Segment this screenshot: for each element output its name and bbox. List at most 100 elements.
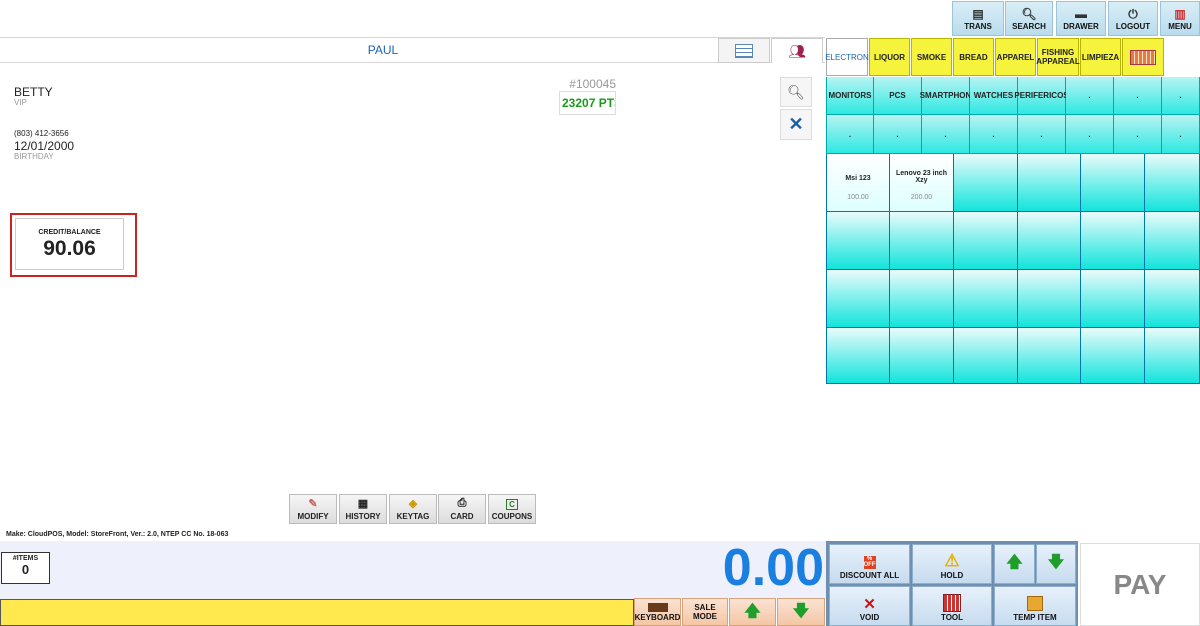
history-button[interactable]: ▦ HISTORY: [339, 494, 387, 524]
scan-input[interactable]: [0, 599, 634, 626]
modify-button[interactable]: ✎ MODIFY: [289, 494, 337, 524]
product-tile-empty[interactable]: [1081, 154, 1145, 212]
coupons-button[interactable]: C COUPONS: [488, 494, 536, 524]
product-tile-empty[interactable]: [954, 328, 1018, 384]
subcategory-empty[interactable]: .: [1066, 77, 1114, 115]
line-up-button[interactable]: 🡅: [994, 544, 1035, 584]
subcategory-empty[interactable]: .: [1114, 77, 1162, 115]
tab-grid[interactable]: [718, 38, 770, 63]
product-tile-empty[interactable]: [1018, 212, 1081, 270]
product-tile-empty[interactable]: [1145, 270, 1200, 328]
product-tile-empty[interactable]: [1145, 154, 1200, 212]
product-tile-lenovo[interactable]: Lenovo 23 inch Xzy 200.00: [890, 154, 954, 212]
card-button[interactable]: ⎙ CARD: [438, 494, 486, 524]
magnifier-icon: 🔍︎: [787, 84, 805, 100]
scroll-up-button[interactable]: 🡅: [729, 598, 776, 626]
subcategory-empty[interactable]: .: [827, 115, 874, 154]
power-icon: ⏻: [1128, 7, 1138, 21]
product-tile-empty[interactable]: [954, 154, 1018, 212]
subcategory-empty[interactable]: .: [874, 115, 922, 154]
clear-customer-button[interactable]: ✕: [780, 109, 812, 140]
logout-button[interactable]: ⏻ LOGOUT: [1108, 1, 1158, 36]
tab-customer[interactable]: 👥︎: [771, 38, 823, 63]
subcategory-empty[interactable]: .: [1162, 77, 1200, 115]
subcategory-empty[interactable]: .: [1114, 115, 1162, 154]
category-tab-electron[interactable]: ELECTRON: [825, 38, 869, 76]
arrow-down-icon: 🡇: [1047, 553, 1065, 571]
product-tile-empty[interactable]: [827, 270, 890, 328]
product-tile-empty[interactable]: [890, 270, 954, 328]
items-count: 0: [21, 562, 30, 577]
category-tab-fishing-appareal[interactable]: FISHING APPAREAL: [1036, 38, 1080, 76]
arrow-down-icon: 🡇: [792, 603, 810, 620]
drawer-button[interactable]: ▬ DRAWER: [1056, 1, 1106, 36]
search-customer-button[interactable]: 🔍︎: [780, 77, 812, 107]
product-tile-empty[interactable]: [1018, 270, 1081, 328]
subcategory-monitors[interactable]: MONITORS: [827, 77, 874, 115]
product-tile-empty[interactable]: [1145, 212, 1200, 270]
employee-name: PAUL: [367, 43, 399, 57]
table-grid-icon: [735, 43, 753, 58]
product-tile-empty[interactable]: [1018, 328, 1081, 384]
discount-all-button[interactable]: % OFF DISCOUNT ALL: [829, 544, 910, 584]
category-tab-bread[interactable]: BREAD: [953, 38, 994, 76]
keyboard-button[interactable]: KEYBOARD: [634, 598, 681, 626]
keyboard-icon: [647, 602, 668, 612]
product-tile-empty[interactable]: [890, 328, 954, 384]
keytag-button[interactable]: ◈ KEYTAG: [389, 494, 437, 524]
hold-button[interactable]: ⚠ HOLD: [912, 544, 992, 584]
void-x-icon: ✕: [863, 596, 876, 613]
subcategory-empty[interactable]: .: [1162, 115, 1200, 154]
total-panel: [0, 541, 826, 599]
product-name: Lenovo 23 inch Xzy: [896, 170, 947, 184]
menu-button[interactable]: ▥ MENU: [1160, 1, 1200, 36]
category-tab-smoke[interactable]: SMOKE: [911, 38, 952, 76]
box-icon: [1027, 596, 1043, 611]
calculator-icon: ▦: [357, 498, 369, 510]
arrow-up-icon: 🡅: [744, 603, 761, 620]
subcategory-perifericos[interactable]: PERIFERICOS: [1014, 77, 1069, 115]
trans-button[interactable]: ▤ TRANS: [952, 1, 1004, 36]
balance-label: CREDIT/BALANCE: [38, 229, 101, 236]
product-tile-empty[interactable]: [1018, 154, 1081, 212]
drawer-icon: ▬: [1075, 7, 1087, 21]
subcategory-watches[interactable]: WATCHES: [970, 77, 1018, 115]
product-tile-empty[interactable]: [954, 270, 1018, 328]
product-tile-empty[interactable]: [1081, 270, 1145, 328]
subcategory-pcs[interactable]: PCS: [874, 77, 922, 115]
product-tile-empty[interactable]: [1145, 328, 1200, 384]
void-button[interactable]: ✕ VOID: [829, 586, 910, 626]
balance-value: 90.06: [43, 237, 96, 260]
close-icon: ✕: [788, 114, 804, 134]
product-tile-empty[interactable]: [1081, 328, 1145, 384]
receipt-icon: ▤: [972, 7, 984, 21]
product-tile-empty[interactable]: [827, 328, 890, 384]
pencil-icon: ✎: [308, 498, 318, 510]
category-tab-limpieza[interactable]: LIMPIEZA: [1080, 38, 1121, 76]
product-tile-empty[interactable]: [954, 212, 1018, 270]
temp-item-button[interactable]: TEMP ITEM: [994, 586, 1076, 626]
subcategory-empty[interactable]: .: [1066, 115, 1114, 154]
warning-icon: ⚠: [944, 551, 960, 570]
line-down-button[interactable]: 🡇: [1036, 544, 1076, 584]
subcategory-empty[interactable]: .: [970, 115, 1018, 154]
tool-button[interactable]: TOOL: [912, 586, 992, 626]
product-tile-empty[interactable]: [827, 212, 890, 270]
product-tile-empty[interactable]: [1081, 212, 1145, 270]
product-tile-empty[interactable]: [890, 212, 954, 270]
sale-mode-button[interactable]: SALE MODE: [682, 598, 728, 626]
subcategory-empty[interactable]: .: [1018, 115, 1066, 154]
keyboard-category-button[interactable]: [1122, 38, 1164, 76]
tag-icon: ◈: [408, 498, 418, 510]
product-tile-msi[interactable]: Msi 123 100.00: [827, 154, 890, 212]
category-tab-apparel[interactable]: APPAREL: [995, 38, 1036, 76]
scroll-down-button[interactable]: 🡇: [777, 598, 825, 626]
search-button[interactable]: 🔍︎ SEARCH: [1005, 1, 1053, 36]
arrow-up-icon: 🡅: [1006, 553, 1023, 571]
customer-name: BETTY: [14, 85, 53, 99]
category-tab-liquor[interactable]: LIQUOR: [869, 38, 910, 76]
pay-button[interactable]: PAY: [1080, 543, 1200, 626]
subcategory-empty[interactable]: .: [922, 115, 970, 154]
coupon-icon: C: [506, 499, 518, 510]
subcategory-smartphon[interactable]: SMARTPHON: [920, 77, 971, 115]
